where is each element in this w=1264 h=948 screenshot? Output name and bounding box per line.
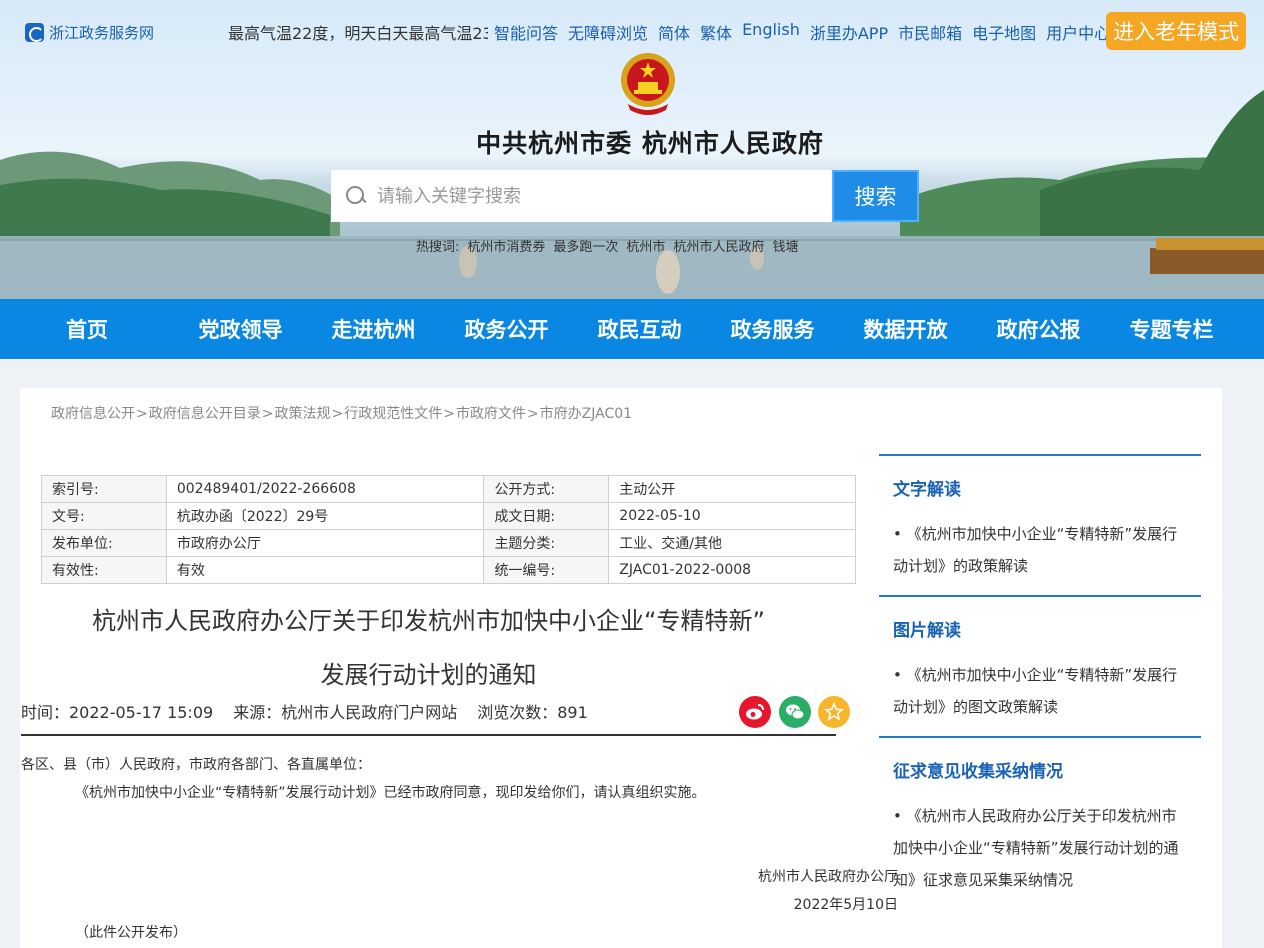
meta-value: 主动公开: [608, 475, 856, 503]
meta-key: 发布单位:: [41, 529, 167, 557]
meta-value: 工业、交通/其他: [608, 529, 856, 557]
sidebar-title: 图片解读: [893, 621, 961, 641]
share-wechat-button[interactable]: [779, 696, 811, 728]
search-box: [331, 170, 832, 222]
search-input[interactable]: [377, 185, 807, 207]
hot-words-label: 热搜词:: [416, 240, 460, 255]
meta-key: 成文日期:: [483, 502, 610, 530]
meta-value: 2022-05-10: [608, 502, 856, 530]
weibo-icon: [746, 704, 764, 720]
breadcrumb-item[interactable]: 市政府文件: [456, 406, 526, 422]
meta-value: 有效: [165, 556, 485, 584]
meta-key: 主题分类:: [483, 529, 610, 557]
site-title: 中共杭州市委 杭州市人民政府: [476, 129, 824, 158]
hot-word-item[interactable]: 杭州市: [626, 236, 665, 255]
zhejiang-logo-text: 浙江政务服务网: [49, 23, 155, 42]
sidebar-item: • 《杭州市加快中小企业“专精特新”发展行动计划》的图文政策解读: [893, 659, 1185, 723]
hot-word-item[interactable]: 杭州市消费券: [467, 236, 545, 255]
table-row: 有效性: 有效 统一编号: ZJAC01-2022-0008: [41, 556, 856, 584]
top-link-english[interactable]: English: [742, 20, 800, 44]
top-link-qa[interactable]: 智能问答: [494, 20, 558, 44]
document-signer: 杭州市人民政府办公厅: [758, 869, 898, 885]
breadcrumb-item[interactable]: 政府信息公开: [51, 406, 135, 422]
breadcrumb-item[interactable]: 政策法规: [274, 406, 330, 422]
table-row: 发布单位: 市政府办公厅 主题分类: 工业、交通/其他: [41, 529, 856, 557]
nav-gazette[interactable]: 政府公报: [972, 299, 1105, 359]
sidebar-item-link[interactable]: • 《杭州市人民政府办公厅关于印发杭州市加快中小企业“专精特新”发展行动计划的通…: [893, 807, 1179, 889]
document-note: （此件公开发布）: [75, 925, 187, 941]
meta-key: 文号:: [41, 502, 167, 530]
zhejiang-logo-icon: [25, 22, 44, 42]
sidebar-item-link[interactable]: • 《杭州市加快中小企业“专精特新”发展行动计划》的政策解读: [893, 525, 1177, 575]
nav-open-data[interactable]: 数据开放: [839, 299, 972, 359]
national-emblem-icon: [621, 53, 675, 115]
sidebar-picture-interpretation: 图片解读 • 《杭州市加快中小企业“专精特新”发展行动计划》的图文政策解读: [879, 595, 1201, 735]
zhejiang-service-link[interactable]: 浙江政务服务网: [25, 21, 154, 43]
sidebar-title: 文字解读: [893, 480, 961, 500]
elder-mode-button[interactable]: 进入老年模式: [1106, 12, 1246, 50]
nav-leaders[interactable]: 党政领导: [174, 299, 307, 359]
publish-time: 时间：2022-05-17 15:09: [21, 703, 214, 722]
hot-word-item[interactable]: 钱塘: [772, 236, 798, 255]
title-divider: [21, 734, 836, 736]
hot-word-item[interactable]: 最多跑一次: [553, 236, 618, 255]
meta-value: 杭政办函〔2022〕29号: [165, 502, 485, 530]
top-link-map[interactable]: 电子地图: [972, 20, 1036, 44]
document-info: 时间：2022-05-17 15:09 来源：杭州市人民政府门户网站 浏览次数：…: [21, 699, 588, 723]
breadcrumb-item[interactable]: 政府信息公开目录: [149, 406, 261, 422]
meta-value: ZJAC01-2022-0008: [608, 556, 856, 584]
nav-home[interactable]: 首页: [0, 299, 174, 359]
hot-words: 热搜词: 杭州市消费券 最多跑一次 杭州市 杭州市人民政府 钱塘: [416, 236, 798, 255]
meta-value: 002489401/2022-266608: [165, 475, 485, 503]
document-meta-table: 索引号: 002489401/2022-266608 公开方式: 主动公开 文号…: [41, 475, 856, 584]
meta-key: 有效性:: [41, 556, 167, 584]
sidebar-text-interpretation: 文字解读 • 《杭州市加快中小企业“专精特新”发展行动计划》的政策解读: [879, 454, 1201, 594]
nav-special[interactable]: 专题专栏: [1105, 299, 1238, 359]
document-title-line1: 杭州市人民政府办公厅关于印发杭州市加快中小企业“专精特新”: [92, 607, 765, 635]
sidebar-item: • 《杭州市加快中小企业“专精特新”发展行动计划》的政策解读: [893, 518, 1185, 582]
main-nav: 首页 党政领导 走进杭州 政务公开 政民互动 政务服务 数据开放 政府公报 专题…: [0, 299, 1264, 359]
table-row: 索引号: 002489401/2022-266608 公开方式: 主动公开: [41, 475, 856, 503]
sidebar-item-link[interactable]: • 《杭州市加快中小企业“专精特新”发展行动计划》的图文政策解读: [893, 666, 1177, 716]
hot-word-item[interactable]: 杭州市人民政府: [673, 236, 764, 255]
breadcrumb: 政府信息公开>政府信息公开目录>政策法规>行政规范性文件>市政府文件>市府办ZJ…: [51, 406, 633, 422]
nav-interaction[interactable]: 政民互动: [573, 299, 706, 359]
meta-value: 市政府办公厅: [165, 529, 485, 557]
wechat-icon: [786, 704, 805, 720]
top-link-mail[interactable]: 市民邮箱: [898, 20, 962, 44]
top-link-accessibility[interactable]: 无障碍浏览: [568, 20, 648, 44]
nav-gov-service[interactable]: 政务服务: [706, 299, 839, 359]
sidebar-feedback-adoption: 征求意见收集采纳情况 • 《杭州市人民政府办公厅关于印发杭州市加快中小企业“专精…: [879, 736, 1201, 948]
sidebar-title: 征求意见收集采纳情况: [893, 762, 1063, 782]
document-title: 杭州市人民政府办公厅关于印发杭州市加快中小企业“专精特新” 发展行动计划的通知: [21, 594, 836, 702]
top-link-app[interactable]: 浙里办APP: [810, 20, 888, 44]
search-button[interactable]: 搜索: [832, 170, 919, 222]
table-row: 文号: 杭政办函〔2022〕29号 成文日期: 2022-05-10: [41, 502, 856, 530]
breadcrumb-item[interactable]: 行政规范性文件: [344, 406, 442, 422]
sidebar-item: • 《杭州市人民政府办公厅关于印发杭州市加快中小企业“专精特新”发展行动计划的通…: [893, 800, 1185, 896]
star-icon: [824, 702, 844, 721]
top-link-traditional[interactable]: 繁体: [700, 20, 732, 44]
favorite-button[interactable]: [818, 696, 850, 728]
document-greeting: 各区、县（市）人民政府，市政府各部门、各直属单位：: [21, 757, 371, 773]
meta-key: 公开方式:: [483, 475, 610, 503]
top-link-user-center[interactable]: 用户中心: [1046, 20, 1110, 44]
meta-key: 统一编号:: [483, 556, 610, 584]
document-title-line2: 发展行动计划的通知: [320, 661, 537, 689]
top-links: 智能问答 无障碍浏览 简体 繁体 English 浙里办APP 市民邮箱 电子地…: [494, 20, 1110, 44]
nav-gov-disclosure[interactable]: 政务公开: [440, 299, 573, 359]
top-link-simplified[interactable]: 简体: [658, 20, 690, 44]
publish-source: 来源：杭州市人民政府门户网站: [233, 703, 458, 722]
header-banner: 浙江政务服务网 最高气温22度，明天白天最高气温23 智能问答 无障碍浏览 简体…: [0, 0, 1264, 299]
document-paragraph: 《杭州市加快中小企业“专精特新”发展行动计划》已经市政府同意，现印发给你们，请认…: [75, 785, 706, 801]
search-icon: [345, 185, 367, 207]
weather-ticker: 最高气温22度，明天白天最高气温23: [228, 24, 488, 42]
meta-key: 索引号:: [41, 475, 167, 503]
view-count: 浏览次数：891: [477, 703, 588, 722]
breadcrumb-item[interactable]: 市府办ZJAC01: [540, 406, 632, 422]
share-weibo-button[interactable]: [739, 696, 771, 728]
nav-about-hangzhou[interactable]: 走进杭州: [307, 299, 440, 359]
